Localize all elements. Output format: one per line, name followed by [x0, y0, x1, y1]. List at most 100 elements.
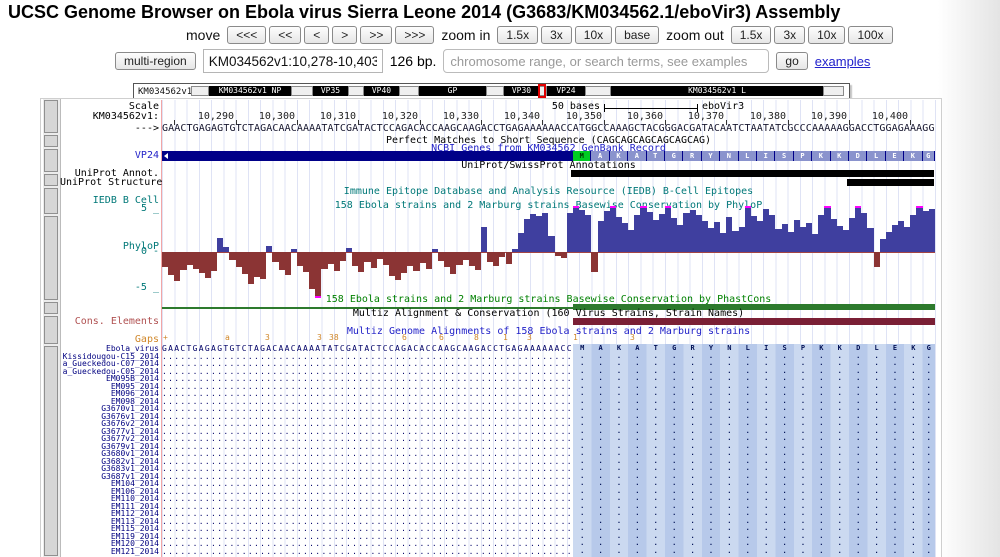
strain-aa-dot: .: [757, 383, 775, 391]
track-drag-handle[interactable]: [44, 100, 58, 133]
go-button[interactable]: go: [776, 52, 807, 70]
move-button-[interactable]: >: [332, 26, 357, 44]
gap-marker: 3: [527, 334, 532, 342]
strain-aa-dot: .: [647, 473, 665, 481]
zoom-out-button-10x[interactable]: 10x: [808, 26, 845, 44]
strain-aa-dot: .: [573, 450, 591, 458]
strain-aa-dot: .: [683, 503, 701, 511]
strain-aa-dot: .: [720, 390, 738, 398]
track-drag-handle[interactable]: [44, 149, 58, 172]
strain-aa-dot: .: [904, 398, 922, 406]
zoom-out-buttons: 1.5x3x10x100x: [731, 26, 893, 44]
strain-aa-dot: .: [573, 413, 591, 421]
strain-aa-dot: .: [591, 480, 609, 488]
track-drag-handle[interactable]: [44, 216, 58, 300]
strain-aa-dot: .: [794, 360, 812, 368]
search-input[interactable]: [443, 49, 769, 73]
move-button-[interactable]: >>>: [395, 26, 434, 44]
strain-aa-dot: .: [812, 375, 830, 383]
zoom-out-button-3x[interactable]: 3x: [774, 26, 805, 44]
strain-aa-dot: .: [904, 480, 922, 488]
position-input[interactable]: [203, 49, 383, 73]
track-drag-handle[interactable]: [44, 174, 58, 186]
zoom-in-button-base[interactable]: base: [615, 26, 659, 44]
strain-aa-dot: .: [812, 428, 830, 436]
navigation-toolbar: move <<<<<<>>>>>> zoom in 1.5x3x10xbase …: [183, 26, 893, 44]
strain-aa-dot: .: [739, 488, 757, 496]
strand-chevron: [164, 153, 168, 159]
track-drag-handle[interactable]: [44, 316, 58, 344]
strain-aa-dot: .: [647, 443, 665, 451]
strain-aa-dot: .: [831, 398, 849, 406]
strain-aa-dot: .: [683, 450, 701, 458]
examples-link[interactable]: examples: [815, 54, 871, 69]
phylop-clip: [610, 206, 616, 208]
move-button-[interactable]: <: [304, 26, 329, 44]
gene-codon-K: K: [831, 151, 849, 161]
strain-aa-dot: .: [794, 353, 812, 361]
uniprot-structure-bar[interactable]: [847, 179, 934, 186]
strain-aa-dot: .: [867, 473, 885, 481]
strain-aa-dot: .: [867, 480, 885, 488]
strain-aa-dot: .: [665, 435, 683, 443]
gene-codon-K: K: [812, 151, 830, 161]
strain-aa-dot: .: [923, 405, 935, 413]
reference-aa: A: [628, 345, 646, 353]
strain-aa-dot: .: [739, 428, 757, 436]
multi-region-button[interactable]: multi-region: [115, 52, 196, 70]
strain-aa-dot: .: [867, 465, 885, 473]
strain-aa-dot: .: [573, 398, 591, 406]
strain-aa-dot: .: [628, 533, 646, 541]
zoom-in-button-1.5x[interactable]: 1.5x: [497, 26, 538, 44]
move-button-[interactable]: <<<: [227, 26, 266, 44]
strain-aa-dot: .: [849, 465, 867, 473]
strain-aa-dot: .: [720, 450, 738, 458]
uniprot-annot-bar[interactable]: [571, 170, 934, 177]
uniprot-structure-label[interactable]: UniProt Structure: [60, 178, 159, 188]
strain-aa-dot: .: [720, 525, 738, 533]
strain-label-EM121_2014[interactable]: EM121_2014: [54, 548, 159, 556]
track-drag-handle[interactable]: [44, 135, 58, 147]
strain-aa-dot: .: [904, 518, 922, 526]
zoom-in-button-3x[interactable]: 3x: [541, 26, 572, 44]
strain-aa-dot: .: [794, 413, 812, 421]
ideogram-segment-KM034562v1-NP: KM034562v1 NP: [209, 86, 291, 96]
strain-aa-dot: .: [720, 548, 738, 556]
phylop-track-title[interactable]: 158 Ebola strains and 2 Marburg strains …: [162, 201, 935, 211]
strain-aa-dot: .: [923, 390, 935, 398]
iedb-track-title[interactable]: Immune Epitope Database and Analysis Res…: [162, 187, 935, 197]
gene-label-vp24[interactable]: VP24: [60, 151, 159, 161]
strain-aa-dot: .: [923, 510, 935, 518]
strain-aa-dot: .: [794, 548, 812, 556]
track-drag-handle[interactable]: [44, 302, 58, 314]
strain-aa-dot: .: [610, 548, 628, 556]
strain-aa-dot: .: [904, 413, 922, 421]
zoom-out-button-1.5x[interactable]: 1.5x: [731, 26, 772, 44]
strain-aa-dot: .: [886, 518, 904, 526]
move-button-[interactable]: <<: [269, 26, 301, 44]
phylop-clip: [916, 206, 922, 208]
strain-aa-dot: .: [867, 458, 885, 466]
strain-aa-dot: .: [739, 495, 757, 503]
multiz-track-title[interactable]: Multiz Genome Alignments of 158 Ebola st…: [162, 327, 935, 337]
strain-aa-dot: .: [757, 458, 775, 466]
ruler-tick: [236, 120, 237, 125]
strain-aa-dot: .: [794, 405, 812, 413]
strain-aa-dot: .: [831, 435, 849, 443]
strain-aa-dot: .: [647, 488, 665, 496]
strain-aa-dot: .: [720, 488, 738, 496]
phylop-axis-zero: 0 -: [60, 247, 159, 257]
phylop-bar: [561, 252, 567, 258]
strain-aa-dot: .: [702, 375, 720, 383]
cons-elements-label[interactable]: Cons. Elements: [60, 317, 159, 327]
strain-aa-dot: .: [573, 488, 591, 496]
strain-aa-dot: .: [628, 503, 646, 511]
track-drag-handle[interactable]: [44, 188, 58, 214]
strain-aa-dot: .: [665, 533, 683, 541]
strain-aa-dot: .: [831, 458, 849, 466]
move-button-[interactable]: >>: [360, 26, 392, 44]
gap-marker: +: [163, 334, 168, 342]
strain-aa-dot: .: [720, 435, 738, 443]
zoom-out-button-100x[interactable]: 100x: [848, 26, 892, 44]
zoom-in-button-10x[interactable]: 10x: [575, 26, 612, 44]
